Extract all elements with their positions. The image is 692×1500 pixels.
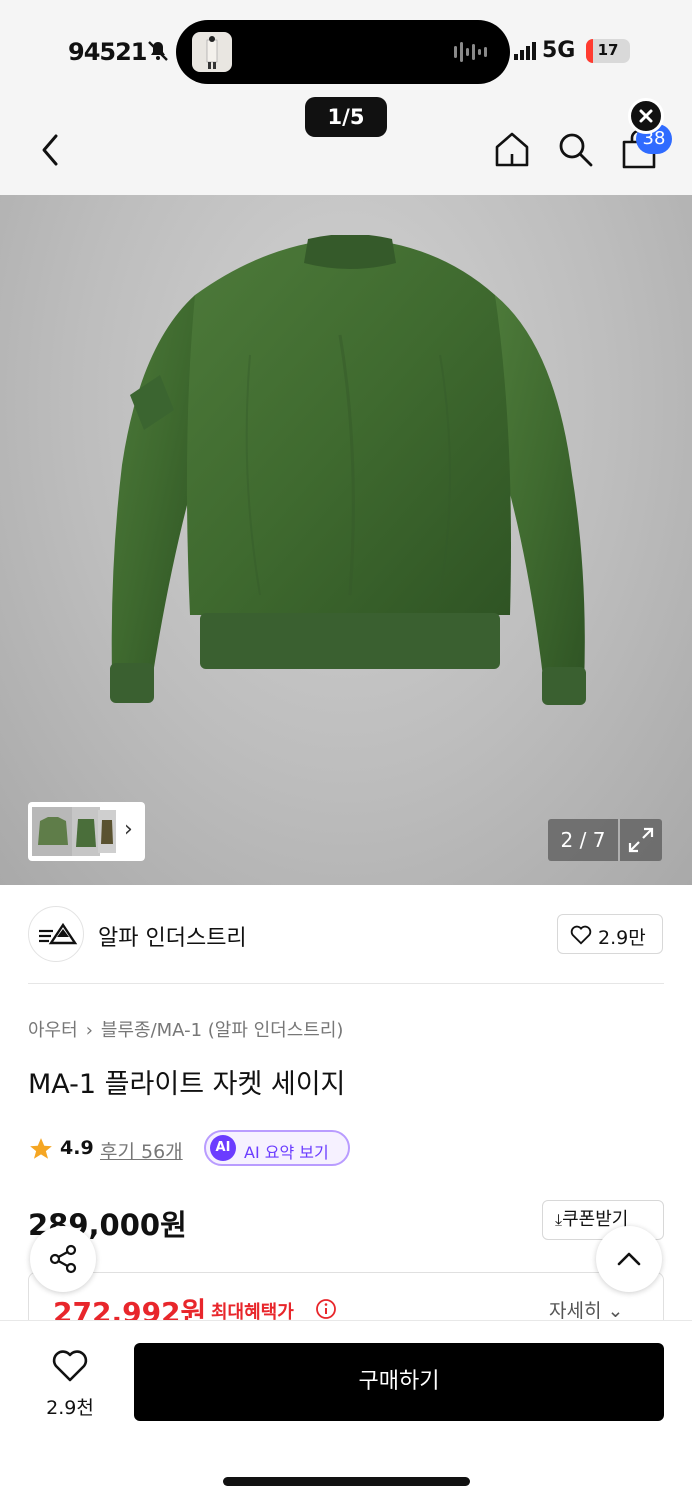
- heart-icon: [570, 925, 592, 945]
- star-icon: [30, 1138, 52, 1159]
- product-title: MA-1 플라이트 자켓 세이지: [28, 1069, 346, 1100]
- expand-icon: [628, 827, 654, 853]
- battery-percent: 17: [597, 41, 619, 59]
- brand-like-button[interactable]: 2.9만: [557, 914, 663, 954]
- chevron-right-icon[interactable]: ›: [124, 817, 133, 842]
- thumbnail-strip[interactable]: ›: [28, 802, 145, 861]
- product-image-gallery[interactable]: › 2 / 7: [0, 195, 692, 885]
- breadcrumb-category[interactable]: 아우터: [28, 1020, 78, 1041]
- review-count-link[interactable]: 후기 56개: [100, 1137, 183, 1164]
- share-button[interactable]: [30, 1226, 96, 1292]
- dynamic-island[interactable]: [176, 20, 510, 84]
- battery-indicator: 17: [586, 39, 630, 63]
- chevron-down-icon: ⌄: [607, 1300, 624, 1322]
- ai-summary-button[interactable]: AI AI 요약 보기: [204, 1130, 350, 1166]
- breadcrumb-separator-icon: ›: [85, 1020, 93, 1041]
- audio-waveform-icon: [454, 42, 487, 62]
- breadcrumb: 아우터 › 블루종/MA-1 (알파 인더스트리): [28, 1016, 343, 1042]
- max-benefit-box[interactable]: 272,992원 최대혜택가 자세히 ⌄: [28, 1272, 664, 1329]
- back-arrow-icon[interactable]: [36, 132, 64, 168]
- now-playing-thumbnail: [192, 32, 232, 72]
- muted-bell-icon: [148, 41, 168, 61]
- ai-summary-label: AI 요약 보기: [244, 1143, 329, 1162]
- home-icon[interactable]: [493, 130, 531, 168]
- status-time: 94521: [68, 38, 147, 66]
- bottom-action-bar: 2.9천 구매하기: [0, 1320, 692, 1500]
- chevron-up-icon: [617, 1252, 641, 1266]
- wishlist-button[interactable]: 2.9천: [30, 1345, 110, 1425]
- image-page-indicator: 1/5: [305, 97, 387, 137]
- thumbnail-3[interactable]: [98, 810, 116, 853]
- close-button[interactable]: [628, 98, 664, 134]
- brand-logo[interactable]: [28, 906, 84, 962]
- thumbnail-2[interactable]: [72, 807, 100, 856]
- detail-label: 자세히: [549, 1300, 602, 1322]
- cellular-signal-icon: [514, 42, 536, 60]
- brand-like-count: 2.9만: [598, 927, 646, 949]
- search-icon[interactable]: [556, 130, 594, 168]
- info-icon[interactable]: [315, 1298, 337, 1320]
- image-counter: 2 / 7: [548, 819, 618, 861]
- breadcrumb-subcategory[interactable]: 블루종/MA-1 (알파 인더스트리): [101, 1020, 344, 1041]
- heart-icon: [52, 1350, 88, 1382]
- buy-button[interactable]: 구매하기: [134, 1343, 664, 1421]
- share-icon: [49, 1244, 77, 1274]
- ai-badge: AI: [210, 1135, 236, 1161]
- thumbnail-1[interactable]: [32, 807, 74, 856]
- close-icon: [639, 109, 653, 123]
- scroll-top-button[interactable]: [596, 1226, 662, 1292]
- divider: [28, 983, 664, 984]
- expand-button[interactable]: [620, 819, 662, 861]
- rating-value: 4.9: [60, 1137, 94, 1159]
- detail-toggle[interactable]: 자세히 ⌄: [549, 1296, 623, 1323]
- wishlist-count: 2.9천: [46, 1397, 94, 1419]
- product-image: [110, 235, 586, 705]
- network-type: 5G: [542, 38, 576, 63]
- brand-name[interactable]: 알파 인더스트리: [98, 920, 247, 952]
- top-header-area: 94521 5G 17 1/5 38: [0, 0, 692, 195]
- home-indicator[interactable]: [223, 1477, 470, 1486]
